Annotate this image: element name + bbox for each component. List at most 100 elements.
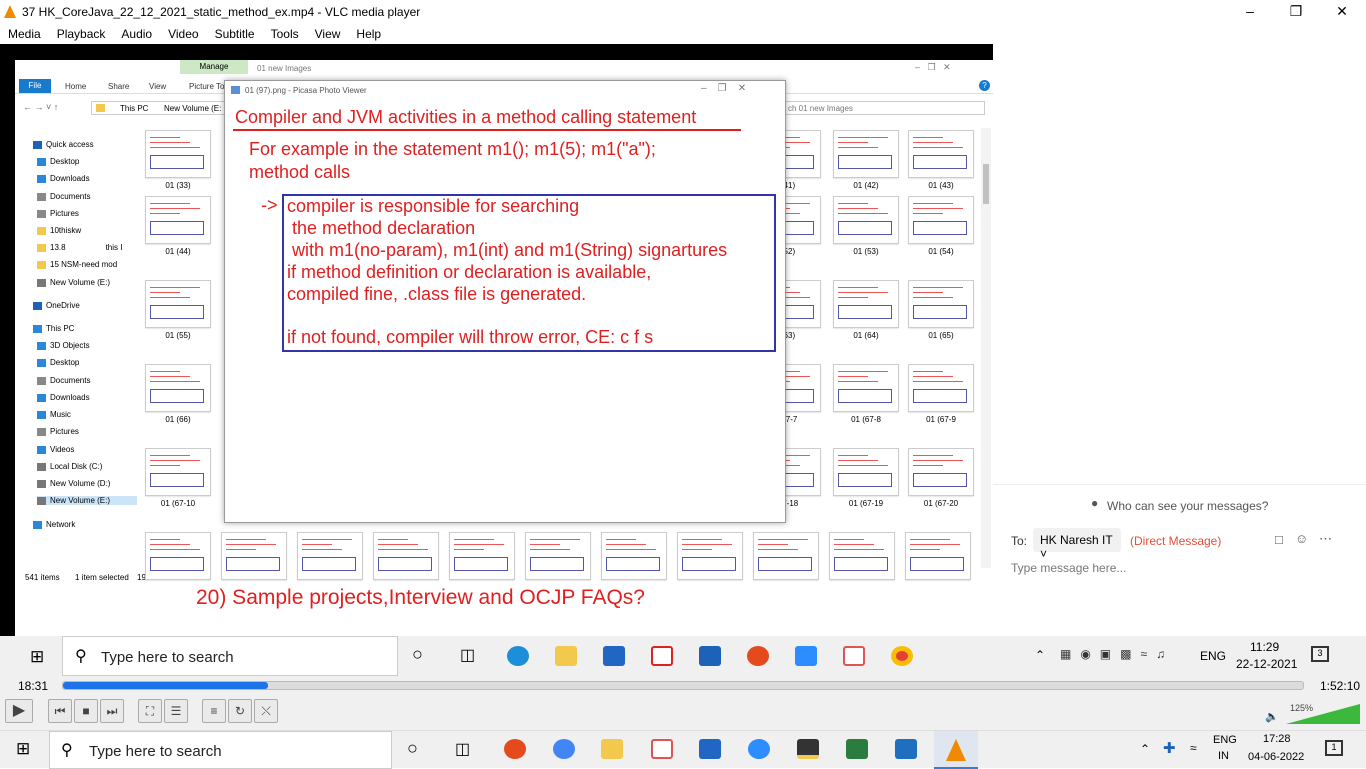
image-thumbnail[interactable] [829,532,895,580]
sidebar-item-13[interactable]: Documents [37,376,90,385]
sidebar-item-6[interactable]: 13.8 this I [37,243,122,252]
cortana-icon[interactable]: ○ [412,644,423,665]
image-thumbnail[interactable] [908,130,974,178]
image-thumbnail[interactable] [905,532,971,580]
explorer-app-icon[interactable] [601,739,623,759]
gift-icon[interactable] [651,646,673,666]
inner-lang[interactable]: ENG [1200,649,1226,663]
menu-subtitle[interactable]: Subtitle [207,24,263,44]
close-icon[interactable]: ✕ [1319,2,1365,22]
image-thumbnail[interactable] [833,448,899,496]
mail-icon[interactable] [699,646,721,666]
cortana-circle-icon[interactable]: ○ [407,738,418,759]
image-thumbnail[interactable] [525,532,591,580]
address-volume[interactable]: New Volume (E: [164,104,221,113]
image-thumbnail[interactable] [833,130,899,178]
explorer-window-controls[interactable]: – ❐ ✕ [915,62,951,73]
outer-clock-date[interactable]: 04-06-2022 [1248,751,1304,763]
seek-bar[interactable] [62,681,1304,690]
explorer-search-input[interactable]: ch 01 new Images [783,101,985,115]
zoom-icon[interactable] [795,646,817,666]
chrome-profile-icon[interactable] [553,739,575,759]
sidebar-item-18[interactable]: Local Disk (C:) [37,462,102,471]
sidebar-item-19[interactable]: New Volume (D:) [37,479,110,488]
sidebar-item-8[interactable]: New Volume (E:) [37,278,110,287]
minimize-icon[interactable]: – [1227,2,1273,22]
zoom-app-icon[interactable] [748,739,770,759]
tray-chevron-icon[interactable]: ⌃ [1035,648,1045,662]
start-icon[interactable]: ⊞ [16,739,30,759]
image-thumbnail[interactable] [677,532,743,580]
nav-arrows-icon[interactable]: ← → ˅ ↑ [23,102,58,112]
picasa-window[interactable]: 01 (97).png - Picasa Photo Viewer – ❐ ✕ … [224,80,786,523]
menu-help[interactable]: Help [348,24,389,44]
sidebar-item-14[interactable]: Downloads [37,393,90,402]
tray-up-icon[interactable]: ⌃ [1140,742,1150,756]
sidebar-item-11[interactable]: 3D Objects [37,341,90,350]
image-thumbnail[interactable] [145,130,211,178]
sidebar-item-16[interactable]: Pictures [37,427,79,436]
speaker-icon[interactable]: 🔈 [1265,710,1279,723]
ribbon-share[interactable]: Share [108,82,129,91]
image-thumbnail[interactable] [908,196,974,244]
image-thumbnail[interactable] [908,364,974,412]
sidebar-item-1[interactable]: Desktop [37,157,79,166]
image-thumbnail[interactable] [145,532,211,580]
outer-lang-2[interactable]: IN [1218,750,1229,762]
inner-clock-date[interactable]: 22-12-2021 [1236,657,1297,671]
taskview-icon[interactable]: ◫ [455,739,470,759]
time-total[interactable]: 1:52:10 [1320,679,1360,693]
chat-privacy-link[interactable]: Who can see your messages? [1107,499,1268,513]
image-thumbnail[interactable] [833,280,899,328]
loop-button[interactable]: ↻ [228,699,252,723]
menu-audio[interactable]: Audio [113,24,160,44]
edge-icon[interactable] [507,646,529,666]
outer-notification-icon[interactable]: 1 [1325,740,1343,756]
stop-button[interactable]: ■ [74,699,98,723]
taskbar-search-box[interactable]: ⚲ Type here to search [49,731,392,769]
ribbon-picture-tools[interactable]: Picture To [189,82,224,91]
plus-tray-icon[interactable]: ✚ [1163,739,1176,757]
recorder-app-icon[interactable] [504,739,526,759]
image-thumbnail[interactable] [145,280,211,328]
sidebar-item-3[interactable]: Documents [37,192,90,201]
chrome-icon[interactable] [891,646,913,666]
recipient-select[interactable]: HK Naresh IT ˅ [1033,528,1121,561]
image-thumbnail[interactable] [833,364,899,412]
outer-clock-time[interactable]: 17:28 [1263,733,1291,745]
address-thispc[interactable]: This PC [120,104,148,113]
image-thumbnail[interactable] [145,448,211,496]
explorer-scrollbar[interactable] [981,128,991,568]
image-thumbnail[interactable] [601,532,667,580]
image-thumbnail[interactable] [753,532,819,580]
file-icon[interactable]: □ [1275,532,1283,547]
sticky-notes-icon[interactable] [797,739,819,759]
sidebar-item-20[interactable]: New Volume (E:) [37,496,137,505]
scrollbar-thumb[interactable] [983,164,989,204]
previous-button[interactable]: ⏮ [48,699,72,723]
vlc-taskbar-button[interactable] [934,731,978,769]
record-icon[interactable] [747,646,769,666]
menu-playback[interactable]: Playback [49,24,114,44]
inner-notification-icon[interactable]: 3 [1311,646,1329,662]
menu-media[interactable]: Media [0,24,49,44]
ribbon-view[interactable]: View [149,82,166,91]
sidebar-item-7[interactable]: 15 NSM-need mod [37,260,117,269]
image-thumbnail[interactable] [908,448,974,496]
inner-clock-time[interactable]: 11:29 [1250,640,1279,654]
sidebar-item-15[interactable]: Music [37,410,71,419]
help-icon[interactable]: ? [979,80,990,91]
sidebar-item-17[interactable]: Videos [37,445,74,454]
picasa-window-controls[interactable]: – ❐ ✕ [701,83,746,94]
sidebar-item-5[interactable]: 10thiskw [37,226,81,235]
extended-settings-button[interactable]: ☰ [164,699,188,723]
snipping-icon[interactable] [843,646,865,666]
store-app-icon[interactable] [699,739,721,759]
fullscreen-button[interactable]: ⛶ [138,699,162,723]
menu-video[interactable]: Video [160,24,206,44]
outer-lang-1[interactable]: ENG [1213,734,1237,746]
more-icon[interactable]: ⋯ [1319,531,1332,547]
spreadsheet-icon[interactable] [846,739,868,759]
volume-slider[interactable] [1286,704,1360,724]
task-view-icon[interactable]: ◫ [460,645,475,665]
